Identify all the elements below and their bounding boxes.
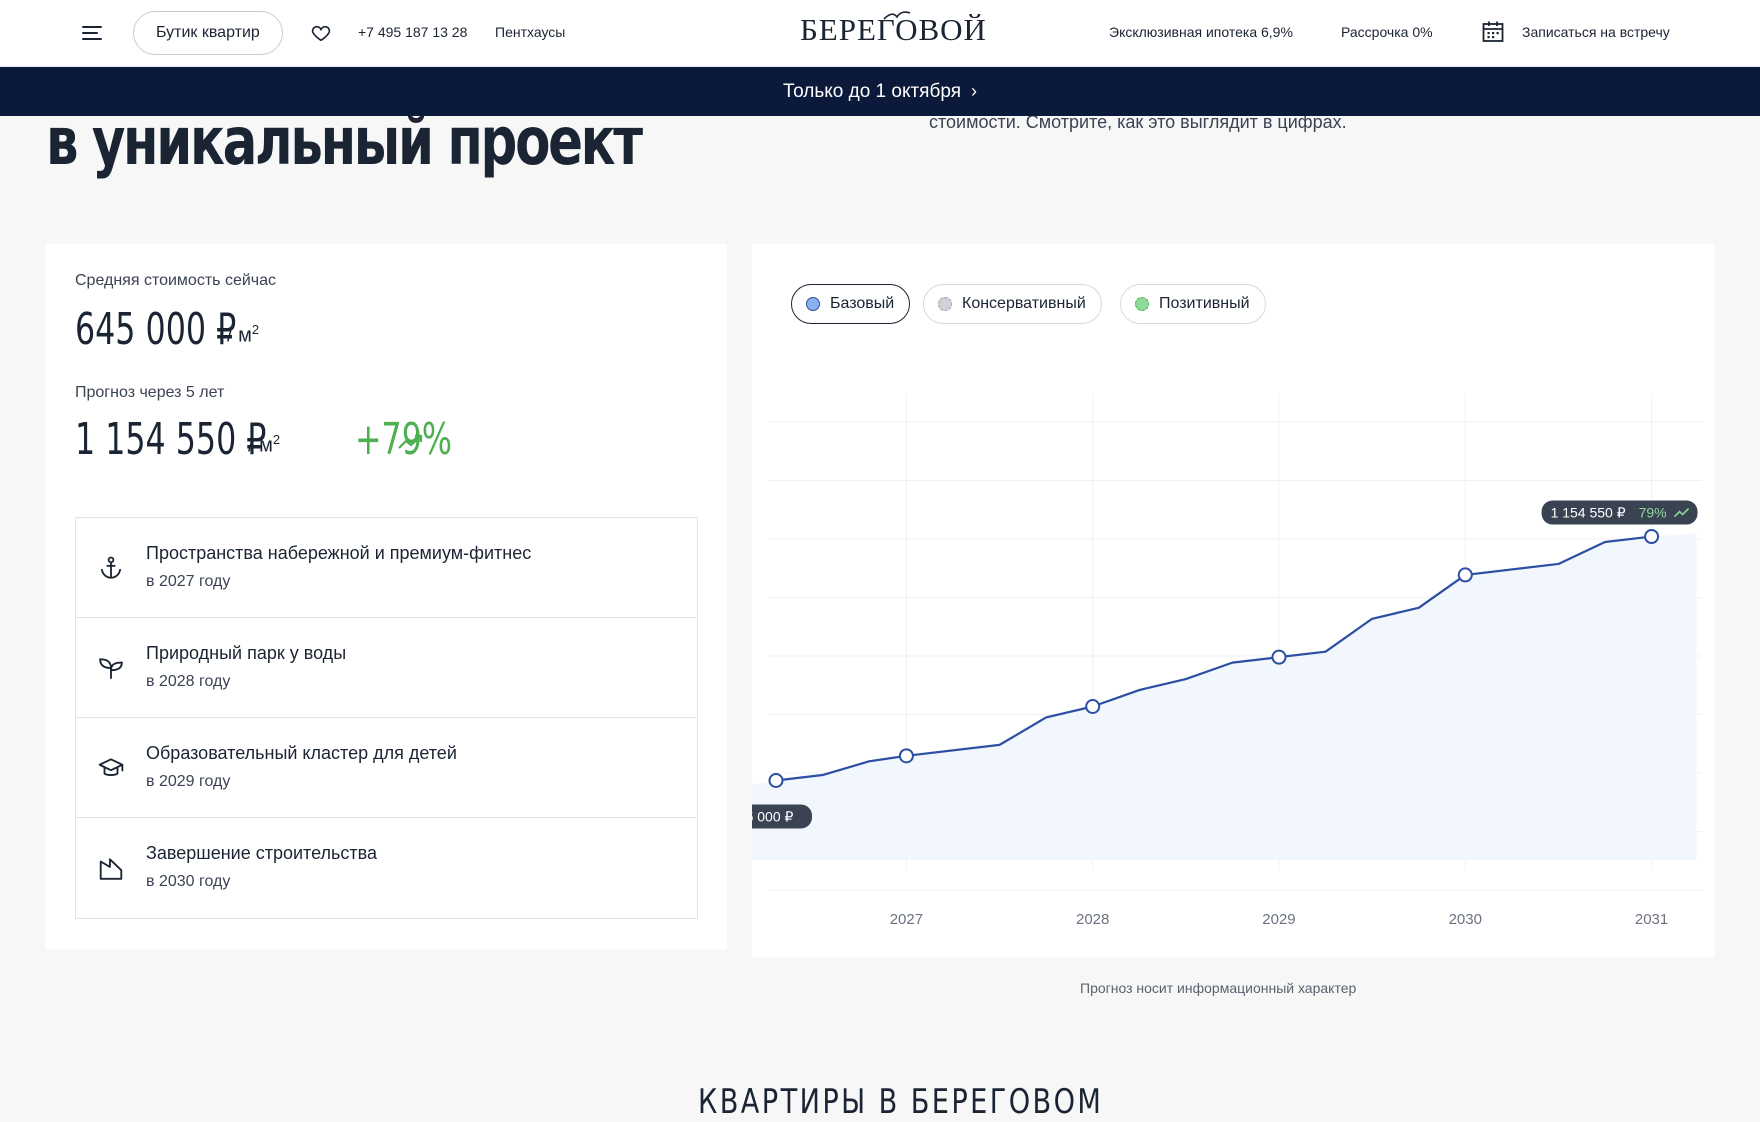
- milestone-item: Пространства набережной и премиум-фитнес…: [76, 518, 697, 618]
- milestones-list: Пространства набережной и премиум-фитнес…: [75, 517, 698, 919]
- tab-label: Базовый: [830, 295, 895, 312]
- milestone-year: в 2028 году: [146, 673, 231, 690]
- start-value-label: 645 000 ₽: [752, 804, 812, 829]
- mortgage-link[interactable]: Эксклюзивная ипотека 6,9%: [1109, 24, 1293, 40]
- milestone-title: Завершение строительства: [146, 843, 377, 863]
- current-price-unit: / м2: [227, 322, 260, 347]
- tab-label: Консервативный: [962, 295, 1086, 312]
- price-summary-card: Средняя стоимость сейчас 645 000 ₽ / м2 …: [45, 244, 727, 949]
- installment-link[interactable]: Рассрочка 0%: [1341, 24, 1433, 40]
- heart-icon[interactable]: [310, 22, 332, 44]
- chart-point[interactable]: [1085, 698, 1101, 714]
- milestone-year: в 2030 году: [146, 873, 231, 890]
- forecast-price-unit: / м2: [248, 432, 281, 457]
- forecast-price: 1 154 550 ₽: [75, 414, 267, 465]
- end-growth-text: 79%: [1639, 505, 1667, 521]
- tab-label: Позитивный: [1159, 295, 1250, 312]
- milestone-title: Образовательный кластер для детей: [146, 743, 457, 763]
- penthouses-link[interactable]: Пентхаусы: [495, 24, 565, 40]
- x-tick-label: 2030: [1449, 911, 1482, 928]
- forecast-disclaimer: Прогноз носит информационный характер: [1080, 980, 1357, 996]
- chevron-right-icon: ›: [971, 81, 977, 101]
- milestone-title: Природный парк у воды: [146, 643, 347, 663]
- tab-conservative-scenario[interactable]: Консервативный: [923, 284, 1102, 324]
- chart-point[interactable]: [1644, 529, 1660, 545]
- start-value-text: 645 000 ₽: [752, 809, 793, 825]
- site-header: Бутик квартир +7 495 187 13 28 Пентхаусы…: [0, 0, 1760, 67]
- boutique-button[interactable]: Бутик квартир: [133, 11, 283, 55]
- apartments-section-title: КВАРТИРЫ В БЕРЕГОВОМ: [698, 1082, 1104, 1122]
- milestone-item: Завершение строительства в 2030 году: [76, 818, 697, 918]
- trend-up-icon: [398, 434, 423, 449]
- chart-point[interactable]: [898, 748, 914, 764]
- scenario-dot-icon: [806, 297, 820, 311]
- scenario-dot-icon: [938, 297, 952, 311]
- x-tick-label: 2027: [890, 911, 923, 928]
- end-value-text: 1 154 550 ₽: [1551, 505, 1626, 521]
- tab-positive-scenario[interactable]: Позитивный: [1120, 284, 1266, 324]
- current-price: 645 000 ₽: [75, 304, 237, 355]
- tab-base-scenario[interactable]: Базовый: [791, 284, 911, 324]
- milestone-item: Природный парк у воды в 2028 году: [76, 618, 697, 718]
- forecast-price-label: Прогноз через 5 лет: [75, 384, 225, 401]
- milestone-year: в 2027 году: [146, 573, 231, 590]
- appointment-link[interactable]: Записаться на встречу: [1522, 24, 1670, 40]
- menu-icon[interactable]: [82, 22, 104, 44]
- x-tick-label: 2028: [1076, 911, 1109, 928]
- forecast-chart-card: Базовый Консервативный Позитивный 2027 20…: [752, 244, 1715, 957]
- calendar-icon[interactable]: [1481, 20, 1505, 44]
- promo-text: Только до 1 октября: [782, 81, 961, 102]
- chart-x-ticks: 2027 2028 2029 2030 2031: [890, 911, 1669, 928]
- milestone-year: в 2029 году: [146, 773, 231, 790]
- anchor-icon: [100, 556, 122, 579]
- milestone-title: Пространства набережной и премиум-фитнес: [146, 543, 532, 563]
- phone-link[interactable]: +7 495 187 13 28: [358, 24, 467, 40]
- chart-point[interactable]: [768, 773, 784, 789]
- x-tick-label: 2029: [1262, 911, 1295, 928]
- building-icon: [99, 858, 123, 880]
- chart-point[interactable]: [1271, 649, 1287, 665]
- site-logo[interactable]: БЕРЕГОВОЙ: [800, 11, 986, 54]
- x-tick-label: 2031: [1635, 911, 1668, 928]
- scenario-dot-icon: [1135, 297, 1149, 311]
- chart-area-fill: [752, 533, 1697, 860]
- milestone-item: Образовательный кластер для детей в 2029…: [76, 718, 697, 818]
- price-forecast-chart: 2027 2028 2029 2030 2031 645 000 ₽ 1 154 550…: [752, 394, 1702, 928]
- promo-banner[interactable]: Только до 1 октября ›: [0, 67, 1760, 116]
- current-price-label: Средняя стоимость сейчас: [75, 272, 277, 289]
- chart-point[interactable]: [1457, 567, 1473, 583]
- bird-icon: [883, 11, 911, 20]
- sprout-icon: [99, 658, 123, 679]
- graduation-cap-icon: [98, 758, 124, 776]
- end-value-label: 1 154 550 ₽ 79%: [1541, 500, 1698, 525]
